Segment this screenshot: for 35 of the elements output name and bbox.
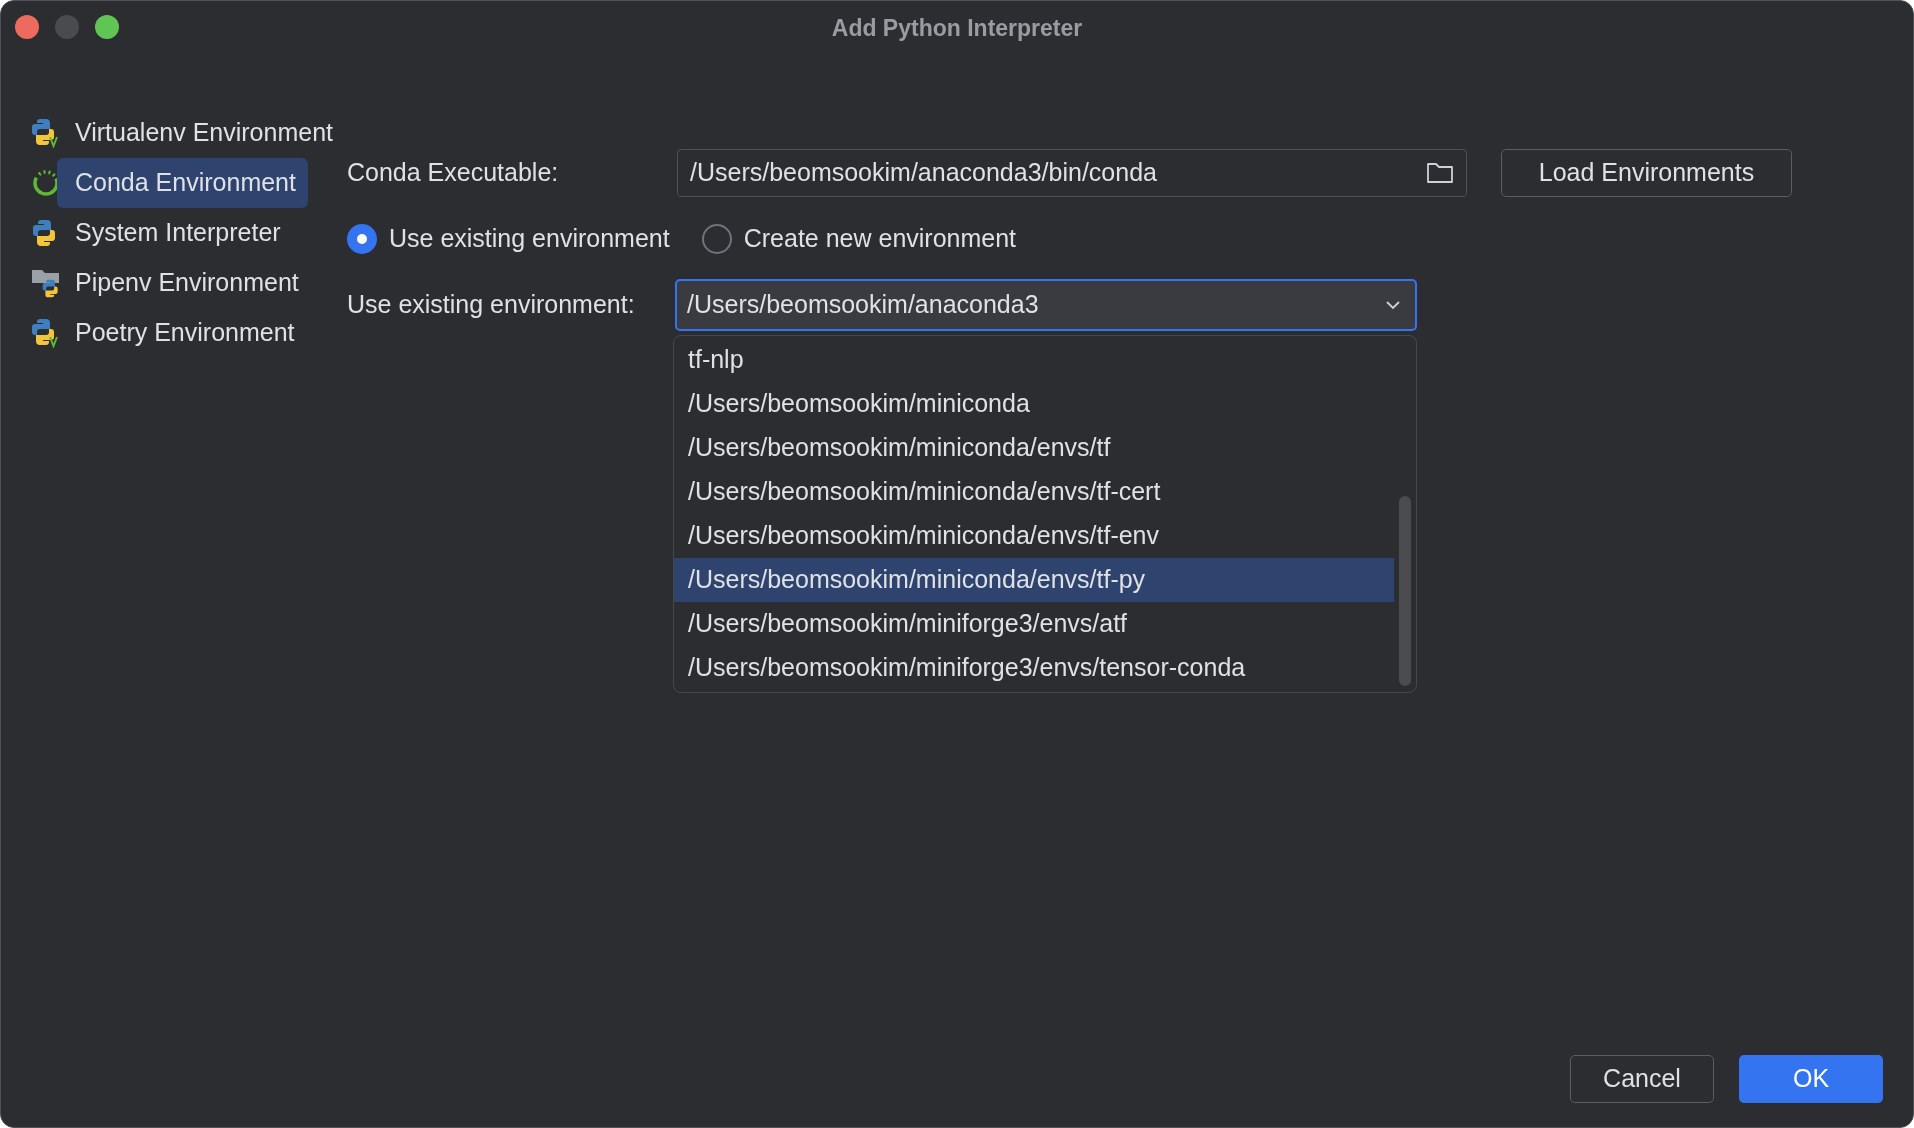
dropdown-option[interactable]: tf-nlp xyxy=(674,338,1394,382)
sidebar-item[interactable]: System Interpreter xyxy=(57,208,293,258)
python-v-icon xyxy=(31,318,61,348)
field-value: /Users/beomsookim/anaconda3/bin/conda xyxy=(690,157,1158,189)
dropdown-option[interactable]: /Users/beomsookim/miniforge3/envs/atf xyxy=(674,602,1394,646)
radio-button[interactable] xyxy=(347,224,377,254)
dropdown-option[interactable]: /Users/beomsookim/miniforge3/envs/tensor-conda xyxy=(674,646,1394,690)
path-field[interactable]: /Users/beomsookim/anaconda3/bin/conda xyxy=(677,149,1467,197)
dropdown-option[interactable]: /Users/beomsookim/miniconda/envs/tf xyxy=(674,426,1394,470)
field-label: Use existing environment: xyxy=(347,289,636,321)
cancel-button[interactable]: Cancel xyxy=(1570,1055,1714,1103)
dropdown-option[interactable]: /Users/beomsookim/miniconda/envs/tf-py xyxy=(674,558,1394,602)
chevron-down-icon xyxy=(1385,300,1401,310)
radio-label[interactable]: Create new environment xyxy=(743,220,1017,258)
sidebar-item[interactable]: Poetry Environment xyxy=(57,308,307,358)
window-title: Add Python Interpreter xyxy=(831,13,1083,43)
folder-python-icon xyxy=(31,268,61,298)
load-environments-button[interactable]: Load Environments xyxy=(1501,149,1792,197)
dropdown-option[interactable]: /Users/beomsookim/miniconda/envs/tf-cert xyxy=(674,470,1394,514)
close-button[interactable] xyxy=(15,15,39,39)
scrollbar-thumb[interactable] xyxy=(1399,496,1411,686)
zoom-button[interactable] xyxy=(95,15,119,39)
dropdown-option[interactable]: /Users/beomsookim/miniconda/envs/tf-env xyxy=(674,514,1394,558)
environment-dropdown[interactable]: /Users/beomsookim/anaconda3 xyxy=(675,279,1417,331)
python-v-icon xyxy=(31,118,61,148)
ok-button[interactable]: OK xyxy=(1739,1055,1883,1103)
sidebar-item[interactable]: Pipenv Environment xyxy=(57,258,311,308)
folder-icon[interactable] xyxy=(1426,161,1454,185)
radio-label[interactable]: Use existing environment xyxy=(389,220,670,258)
sidebar-item[interactable]: Conda Environment xyxy=(57,158,308,208)
radio-button[interactable] xyxy=(701,224,732,254)
dropdown-value: /Users/beomsookim/anaconda3 xyxy=(687,289,1040,321)
dropdown-option[interactable]: /Users/beomsookim/miniconda xyxy=(674,382,1394,426)
field-label: Conda Executable: xyxy=(347,157,560,189)
sidebar-item[interactable]: Virtualenv Environment xyxy=(57,108,345,158)
